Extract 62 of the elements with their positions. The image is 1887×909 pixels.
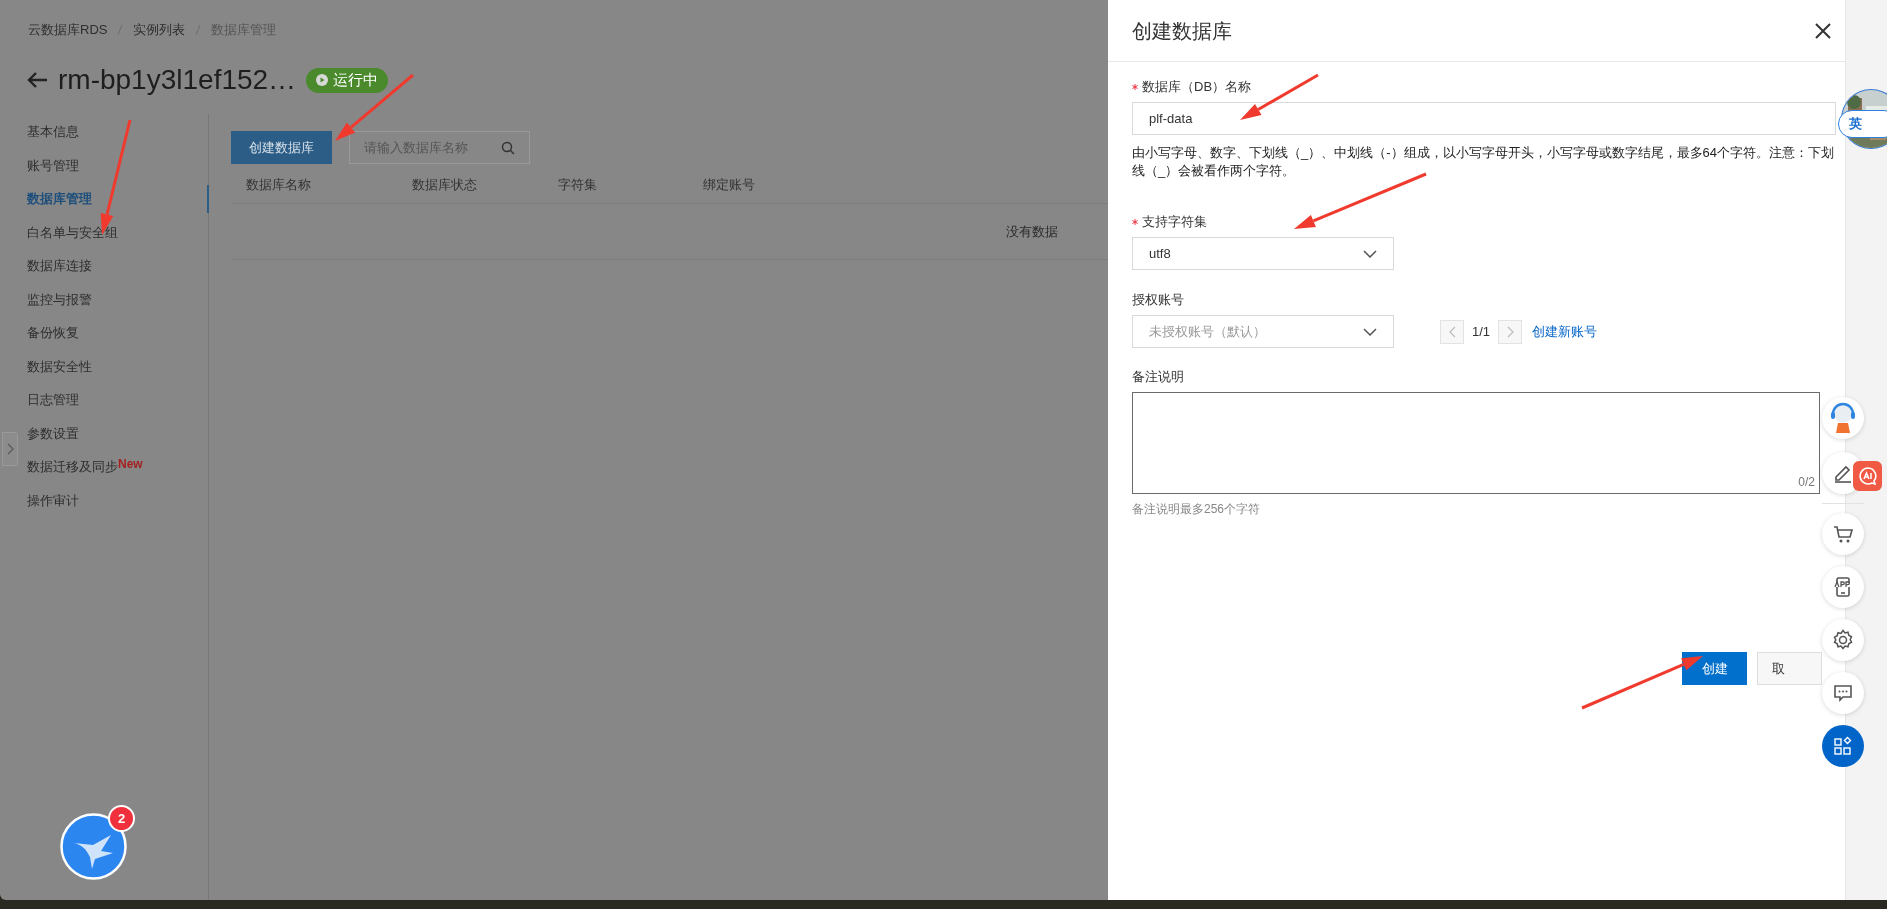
pencil-icon	[1833, 463, 1853, 483]
sidebar-item[interactable]: 操作审计	[27, 490, 79, 511]
breadcrumb-link[interactable]: 云数据库RDS	[28, 20, 108, 40]
cancel-button[interactable]: 取	[1757, 652, 1822, 685]
field-label: 支持字符集	[1142, 213, 1207, 232]
close-icon[interactable]	[1815, 22, 1831, 39]
instance-title: rm-bp1y3l1ef152…	[58, 63, 297, 97]
required-asterisk-icon	[1132, 84, 1138, 90]
back-arrow-icon[interactable]	[26, 71, 48, 89]
ai-chat-icon	[1857, 466, 1878, 486]
required-asterisk-icon	[1132, 219, 1138, 225]
chat-icon	[1833, 683, 1853, 703]
create-account-link[interactable]: 创建新账号	[1532, 321, 1598, 342]
sidebar-item[interactable]: 基本信息	[27, 122, 79, 142]
collapse-handle[interactable]	[2, 432, 18, 466]
bird-app-icon[interactable]	[60, 813, 127, 880]
drawer-title: 创建数据库	[1132, 18, 1232, 44]
field-label: 备注说明	[1132, 368, 1184, 387]
create-button[interactable]: 创建	[1682, 652, 1747, 685]
sidebar-item[interactable]: 数据迁移及同步	[27, 457, 118, 477]
play-icon	[316, 74, 329, 86]
chevron-left-icon	[1448, 325, 1456, 338]
column-header: 数据库状态	[412, 176, 477, 192]
sidebar-item[interactable]: 数据库管理	[27, 189, 92, 209]
chevron-down-icon	[1363, 249, 1377, 258]
apps-icon	[1833, 736, 1853, 756]
charset-dropdown[interactable]: utf8	[1132, 237, 1394, 270]
column-header: 字符集	[558, 176, 597, 192]
chevron-right-icon	[6, 443, 14, 455]
chevron-right-icon	[1506, 325, 1514, 338]
settings-icon	[1832, 629, 1854, 651]
phone-icon	[1833, 576, 1853, 598]
breadcrumb-link[interactable]: 实例列表	[133, 20, 186, 40]
character-counter: 0/2	[1798, 474, 1815, 491]
sidebar-item[interactable]: 备份恢复	[27, 323, 79, 343]
status-badge: 运行中	[306, 67, 389, 93]
column-header: 绑定账号	[703, 176, 755, 192]
create-database-button[interactable]: 创建数据库	[231, 131, 332, 164]
selection-indicator	[207, 185, 209, 213]
sidebar-item[interactable]: 数据安全性	[27, 356, 92, 377]
remarks-textarea[interactable]: 0/2	[1132, 392, 1820, 494]
help-text: 备注说明最多256个字符	[1132, 501, 1262, 518]
column-header: 数据库名称	[246, 176, 311, 192]
empty-message: 没有数据	[1006, 222, 1058, 241]
search-icon[interactable]	[501, 140, 515, 155]
sidebar-item[interactable]: 监控与报警	[27, 289, 92, 310]
page-indicator: 1/1	[1472, 322, 1491, 341]
name-input[interactable]: plf-data	[1132, 102, 1836, 135]
account-dropdown[interactable]: 未授权账号（默认）	[1132, 315, 1394, 348]
field-label: 数据库（DB）名称	[1142, 78, 1252, 97]
headset-figure-icon	[1828, 402, 1858, 434]
cart-icon	[1833, 524, 1853, 544]
sidebar-item[interactable]: 数据库连接	[27, 256, 92, 276]
chevron-down-icon	[1363, 327, 1377, 336]
sidebar-item[interactable]: 参数设置	[27, 423, 79, 444]
help-text: 由小写字母、数字、下划线（_）、中划线（-）组成，以小写字母开头，小写字母或数字结尾，最多64个字符。注意：下划线（_）会被看作两个字符。	[1132, 144, 1836, 180]
new-label: New	[118, 456, 143, 471]
ai-badge[interactable]	[1853, 461, 1882, 491]
sidebar-item[interactable]: 日志管理	[27, 390, 79, 410]
ime-indicator[interactable]: 英	[1838, 110, 1887, 138]
sidebar-item[interactable]: 账号管理	[27, 155, 79, 176]
field-label: 授权账号	[1132, 291, 1184, 310]
